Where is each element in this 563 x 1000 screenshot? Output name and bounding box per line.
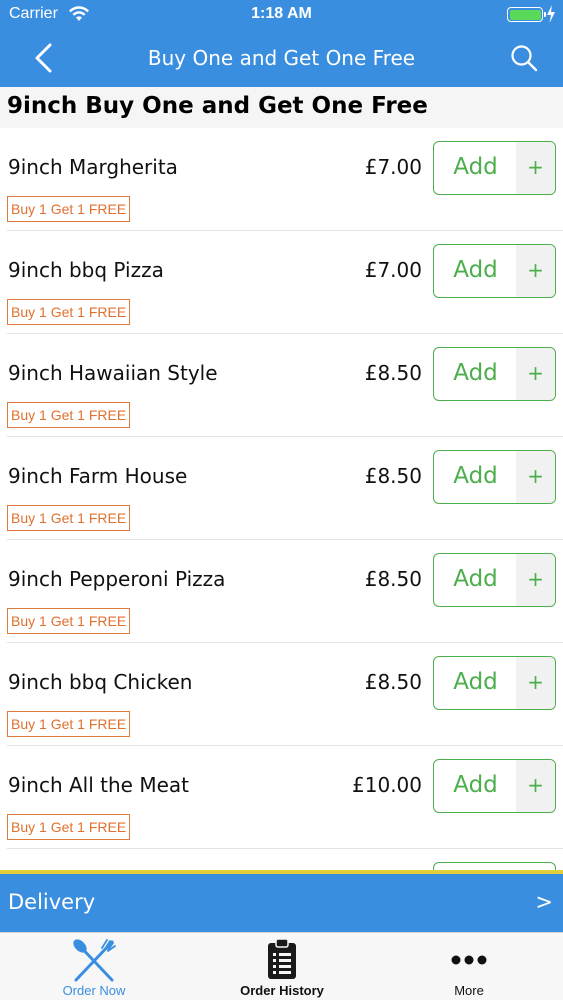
add-button[interactable]: Add + xyxy=(433,450,556,504)
list-item-partial xyxy=(0,849,563,872)
offer-badge: Buy 1 Get 1 FREE xyxy=(7,608,131,634)
delivery-label: Delivery xyxy=(8,890,96,914)
section-header: 9inch Buy One and Get One Free xyxy=(0,87,563,128)
status-bar: Carrier 1:18 AM xyxy=(0,0,563,30)
list-item: 9inch All the Meat £10.00 Buy 1 Get 1 FR… xyxy=(0,746,563,849)
item-price: £8.50 xyxy=(364,361,422,385)
charging-bolt-icon xyxy=(547,5,555,23)
item-name: 9inch Pepperoni Pizza xyxy=(8,567,226,591)
clipboard-icon xyxy=(268,938,296,979)
list-item: 9inch Farm House £8.50 Buy 1 Get 1 FREE … xyxy=(0,437,563,540)
more-dots-icon xyxy=(451,955,487,965)
item-price: £7.00 xyxy=(364,258,422,282)
chevron-right-icon: > xyxy=(535,890,553,914)
offer-badge: Buy 1 Get 1 FREE xyxy=(7,196,131,222)
item-name: 9inch Margherita xyxy=(8,155,178,179)
plus-icon: + xyxy=(516,142,555,194)
list-item: 9inch Hawaiian Style £8.50 Buy 1 Get 1 F… xyxy=(0,334,563,437)
tab-order-now[interactable]: Order Now xyxy=(0,933,188,1000)
item-name: 9inch bbq Pizza xyxy=(8,258,164,282)
tab-order-history-label: Order History xyxy=(240,983,324,998)
search-icon[interactable] xyxy=(509,43,539,73)
item-name: 9inch All the Meat xyxy=(8,773,189,797)
add-label: Add xyxy=(453,360,498,386)
delivery-bar[interactable]: Delivery > xyxy=(0,874,563,932)
tab-more[interactable]: More xyxy=(375,933,563,1000)
item-price: £8.50 xyxy=(364,464,422,488)
add-label: Add xyxy=(453,463,498,489)
battery-icon xyxy=(507,7,546,22)
product-list[interactable]: 9inch Margherita £7.00 Buy 1 Get 1 FREE … xyxy=(0,128,563,872)
add-button[interactable]: Add + xyxy=(433,141,556,195)
add-label: Add xyxy=(453,669,498,695)
add-button[interactable]: Add + xyxy=(433,553,556,607)
item-name: 9inch bbq Chicken xyxy=(8,670,193,694)
offer-badge: Buy 1 Get 1 FREE xyxy=(7,505,131,531)
plus-icon: + xyxy=(516,245,555,297)
list-item: 9inch bbq Pizza £7.00 Buy 1 Get 1 FREE A… xyxy=(0,231,563,334)
offer-badge: Buy 1 Get 1 FREE xyxy=(7,402,131,428)
offer-badge: Buy 1 Get 1 FREE xyxy=(7,814,131,840)
section-title: 9inch Buy One and Get One Free xyxy=(7,93,428,119)
item-price: £8.50 xyxy=(364,670,422,694)
item-price: £8.50 xyxy=(364,567,422,591)
plus-icon: + xyxy=(516,348,555,400)
add-button[interactable]: Add + xyxy=(433,244,556,298)
plus-icon: + xyxy=(516,451,555,503)
tab-order-now-label: Order Now xyxy=(62,983,126,998)
add-button[interactable]: Add + xyxy=(433,656,556,710)
item-price: £7.00 xyxy=(364,155,422,179)
list-item: 9inch bbq Chicken £8.50 Buy 1 Get 1 FREE… xyxy=(0,643,563,746)
add-label: Add xyxy=(453,772,498,798)
add-label: Add xyxy=(453,257,498,283)
tab-bar: Order Now Order History More xyxy=(0,932,563,1000)
nav-title: Buy One and Get One Free xyxy=(147,46,416,70)
item-price: £10.00 xyxy=(352,773,422,797)
tab-order-history[interactable]: Order History xyxy=(188,933,376,1000)
offer-badge: Buy 1 Get 1 FREE xyxy=(7,299,131,325)
plus-icon: + xyxy=(516,657,555,709)
item-name: 9inch Hawaiian Style xyxy=(8,361,218,385)
list-item: 9inch Margherita £7.00 Buy 1 Get 1 FREE … xyxy=(0,128,563,231)
add-button[interactable]: Add + xyxy=(433,347,556,401)
list-item: 9inch Pepperoni Pizza £8.50 Buy 1 Get 1 … xyxy=(0,540,563,643)
plus-icon: + xyxy=(516,554,555,606)
item-name: 9inch Farm House xyxy=(8,464,188,488)
add-label: Add xyxy=(453,566,498,592)
plus-icon: + xyxy=(516,760,555,812)
nav-bar: Buy One and Get One Free xyxy=(0,30,563,87)
offer-badge: Buy 1 Get 1 FREE xyxy=(7,711,131,737)
add-label: Add xyxy=(453,154,498,180)
tab-more-label: More xyxy=(454,983,484,998)
top-bar: Carrier 1:18 AM Buy One and Get One Free xyxy=(0,0,563,87)
clock: 1:18 AM xyxy=(251,5,312,22)
add-button[interactable]: Add + xyxy=(433,759,556,813)
fork-knife-icon xyxy=(73,939,116,982)
